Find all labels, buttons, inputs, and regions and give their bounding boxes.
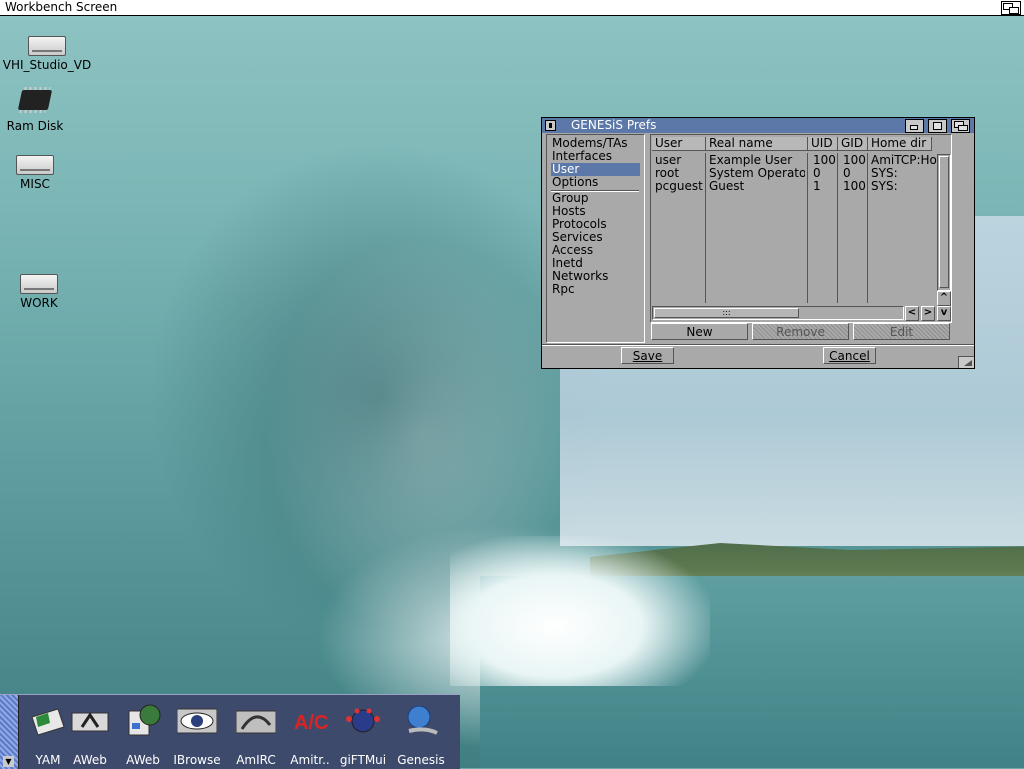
table-cell-real-name[interactable]: System Operator [709, 167, 805, 180]
table-cell-gid[interactable]: 100 [843, 154, 867, 167]
drive-icon [20, 274, 58, 294]
user-table[interactable]: User Real name UID GID Home dir user Exa… [650, 134, 952, 323]
desktop-icon-work[interactable]: WORK [0, 274, 84, 310]
dock-item-amirc[interactable]: AmIRC [228, 699, 284, 767]
screen-title-bar: Workbench Screen [0, 0, 1024, 16]
dock-item-label: AWeb [73, 753, 107, 767]
screen-title: Workbench Screen [5, 0, 118, 14]
table-cell-home-dir[interactable]: SYS: [871, 180, 937, 193]
scroll-right-button[interactable]: > [921, 306, 935, 321]
genesis-icon [407, 705, 438, 735]
drive-icon [16, 155, 54, 175]
edit-user-button[interactable]: Edit [853, 323, 950, 340]
desktop-icon-label: Ram Disk [6, 119, 64, 133]
dock-drag-handle[interactable]: ▼ [0, 695, 19, 769]
column-header-real-name[interactable]: Real name [706, 137, 808, 151]
table-cell-uid[interactable]: 100 [813, 154, 837, 167]
category-rpc[interactable]: Rpc [551, 283, 640, 296]
desktop-icon-vhi-studio[interactable]: VHI_Studio_VD [2, 36, 92, 72]
save-button[interactable]: Save [621, 347, 674, 364]
genesis-prefs-window: GENESiS Prefs Modems/TAs Interfaces User… [541, 117, 975, 369]
cancel-button[interactable]: Cancel [823, 347, 876, 364]
scroll-up-button[interactable]: ^ [937, 291, 951, 306]
ram-chip-icon [17, 90, 53, 110]
desktop-icon-misc[interactable]: MISC [0, 155, 80, 191]
amitradio-icon: A/C [294, 712, 328, 734]
dock-item-label: AmIRC [236, 753, 276, 767]
table-vertical-scrollbar[interactable] [937, 154, 951, 291]
dock-item-label: Genesis [397, 753, 445, 767]
column-header-user[interactable]: User [652, 137, 706, 151]
table-cell-real-name[interactable]: Example User [709, 154, 805, 167]
drive-icon [28, 36, 66, 56]
giftmui-icon [346, 708, 380, 733]
category-list[interactable]: Modems/TAs Interfaces User Options Group… [546, 134, 645, 343]
column-divider [705, 153, 706, 303]
column-header-home-dir[interactable]: Home dir [868, 137, 932, 151]
zoom-icon[interactable] [928, 119, 947, 133]
close-icon[interactable] [545, 120, 556, 131]
dock-item-aweb-2[interactable]: AWeb [115, 699, 171, 767]
dock-item-genesis[interactable]: Genesis [393, 699, 449, 767]
category-options[interactable]: Options [551, 176, 640, 189]
amirc-icon [236, 710, 276, 734]
iconify-icon[interactable] [905, 119, 924, 133]
table-cell-real-name[interactable]: Guest [709, 180, 805, 193]
depth-icon[interactable] [951, 119, 970, 133]
dock-item-label: giFTMui [339, 753, 387, 767]
window-footer-separator [542, 344, 974, 346]
table-horizontal-scrollbar[interactable]: ::: [652, 306, 904, 320]
column-divider [837, 153, 838, 303]
aweb-globe-icon [128, 704, 161, 736]
svg-text:A/C: A/C [294, 712, 328, 734]
table-cell-home-dir[interactable]: AmiTCP:Ho [871, 154, 937, 167]
save-button-label: Save [632, 349, 663, 363]
column-divider [807, 153, 808, 303]
app-dock: ▼ YAM AWeb AWeb IBrowse AmIRC A/C Amitr.… [0, 694, 460, 769]
column-divider [867, 153, 868, 303]
window-size-gadget-icon[interactable] [958, 356, 974, 368]
table-cell-user[interactable]: root [655, 167, 705, 180]
table-cell-user[interactable]: user [655, 154, 705, 167]
cancel-button-label: Cancel [829, 349, 870, 363]
desktop-icon-ram-disk[interactable]: Ram Disk [0, 88, 80, 133]
dock-item-label: IBrowse [173, 753, 221, 767]
desktop-icon-label: WORK [20, 296, 58, 310]
screen-depth-gadget-icon[interactable] [1001, 1, 1021, 15]
dock-item-label: AWeb [126, 753, 160, 767]
horizontal-scroll-knob[interactable]: ::: [654, 308, 799, 318]
scroll-left-button[interactable]: < [905, 306, 919, 321]
dock-item-aweb[interactable]: AWeb [62, 699, 118, 767]
scroll-down-button[interactable]: v [937, 306, 951, 321]
new-user-button[interactable]: New [651, 323, 748, 340]
wallpaper-foam [450, 536, 710, 686]
aweb-icon [71, 712, 109, 732]
window-title-bar[interactable]: GENESiS Prefs [542, 118, 974, 133]
desktop-icon-label: MISC [20, 177, 50, 191]
table-cell-uid[interactable]: 1 [813, 180, 837, 193]
desktop-icon-label: VHI_Studio_VD [2, 58, 92, 72]
table-cell-gid[interactable]: 100 [843, 180, 867, 193]
dock-item-giftmui[interactable]: giFTMui [335, 699, 391, 767]
table-cell-home-dir[interactable]: SYS: [871, 167, 937, 180]
ibrowse-eye-icon [177, 708, 217, 734]
table-cell-gid[interactable]: 0 [843, 167, 867, 180]
window-title: GENESiS Prefs [571, 118, 657, 132]
column-header-gid[interactable]: GID [838, 137, 868, 151]
table-cell-user[interactable]: pcguest [655, 180, 705, 193]
table-cell-uid[interactable]: 0 [813, 167, 837, 180]
dock-item-ibrowse[interactable]: IBrowse [169, 699, 225, 767]
remove-user-button[interactable]: Remove [752, 323, 849, 340]
column-header-uid[interactable]: UID [808, 137, 838, 151]
dock-item-label: Amitr.. [290, 753, 330, 767]
dock-item-amitradio[interactable]: A/C Amitr.. [282, 699, 338, 767]
dock-collapse-arrow-icon[interactable]: ▼ [3, 756, 14, 767]
vertical-scroll-knob[interactable] [939, 156, 949, 288]
